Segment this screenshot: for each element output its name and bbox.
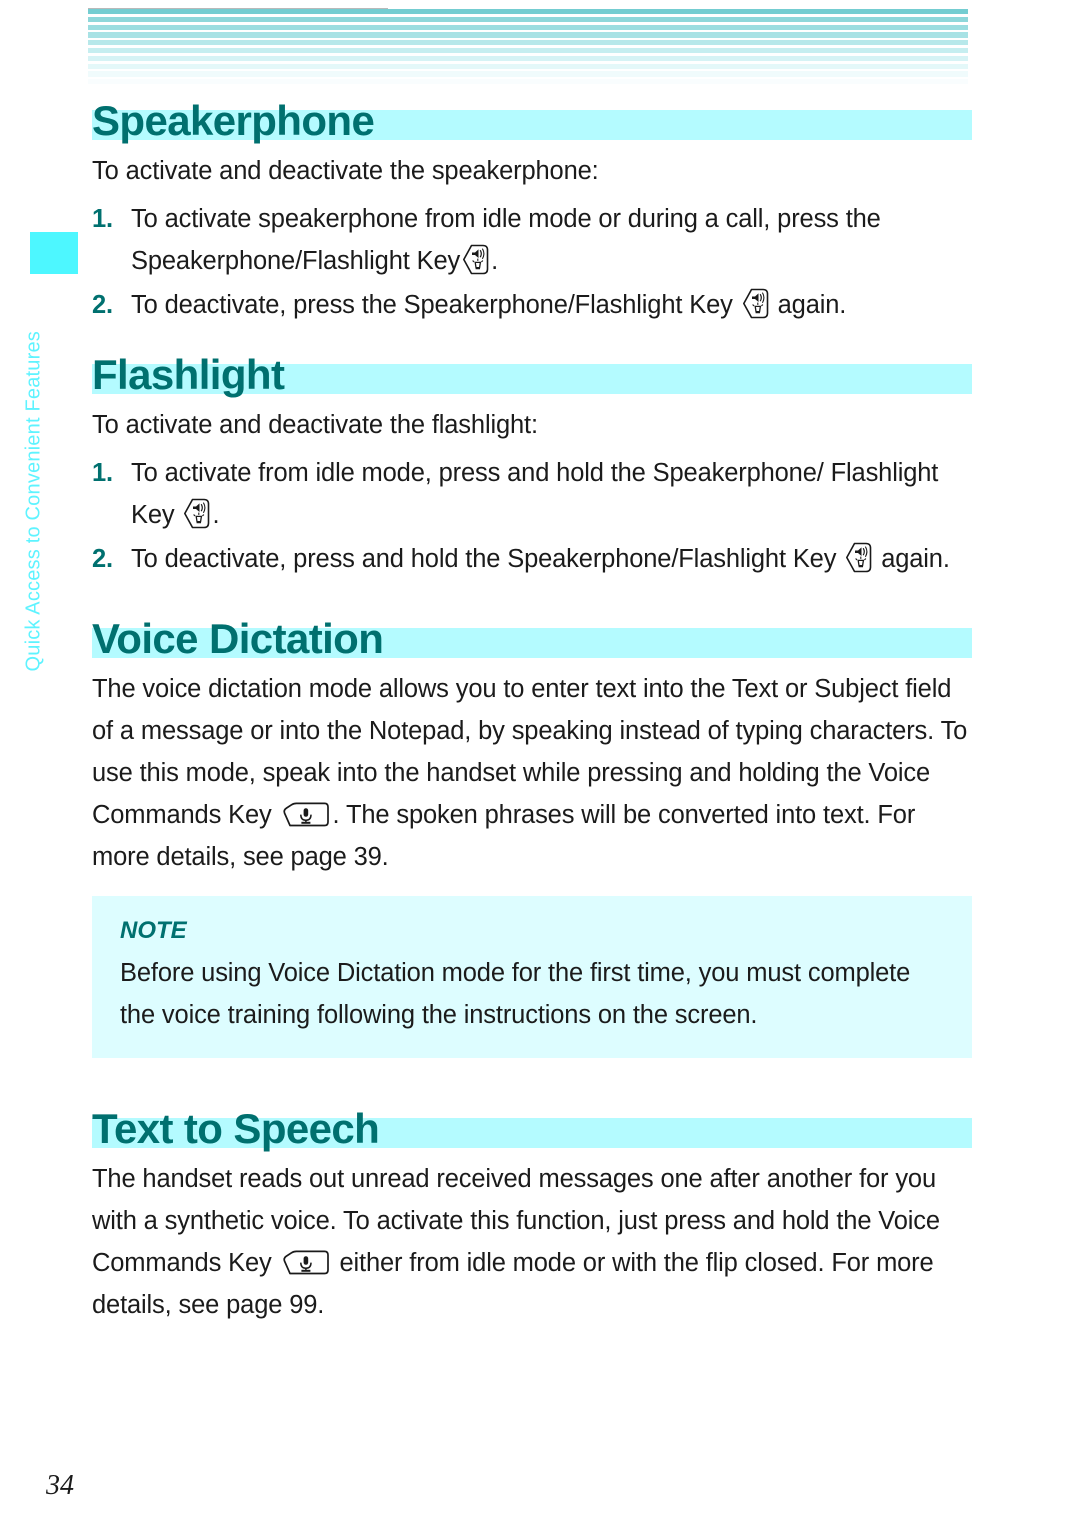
- chapter-tab-block: [30, 232, 78, 274]
- body-text: The handset reads out unread received me…: [92, 1158, 972, 1326]
- list-item: 2. To deactivate, press and hold the Spea…: [92, 538, 972, 580]
- header-stripe: [88, 71, 968, 77]
- note-callout: NOTE Before using Voice Dictation mode f…: [92, 896, 972, 1058]
- section-voice-dictation: Voice Dictation The voice dictation mode…: [92, 614, 972, 878]
- header-stripe: [88, 24, 968, 30]
- intro-text: To activate and deactivate the speakerph…: [92, 157, 599, 185]
- speakerphone-flashlight-key-icon: [183, 498, 210, 529]
- speakerphone-flashlight-key-icon: [462, 244, 489, 275]
- step-text-tail: again.: [777, 291, 847, 319]
- section-text-to-speech: Text to Speech The handset reads out unr…: [92, 1104, 972, 1326]
- step-text: To deactivate, press the Speakerphone/Fl…: [131, 291, 733, 319]
- header-stripe: [88, 16, 968, 22]
- step-marker: 2.: [92, 545, 113, 573]
- step-text: To activate from idle mode, press and ho…: [131, 459, 939, 529]
- list-item: 1. To activate speakerphone from idle mod…: [92, 198, 972, 282]
- section-speakerphone: Speakerphone To activate and deactivate …: [92, 96, 972, 326]
- heading-text: Text to Speech: [92, 1105, 380, 1152]
- step-text-tail: again.: [881, 545, 950, 573]
- voice-commands-key-icon: [281, 1249, 331, 1277]
- header-stripe-banner: [88, 9, 968, 87]
- chapter-tab-label: Quick Access to Convenient Features: [22, 331, 45, 672]
- step-marker: 1.: [92, 205, 113, 233]
- heading-voice-dictation: Voice Dictation: [92, 614, 972, 666]
- list-item: 2. To deactivate, press the Speakerphone/…: [92, 284, 972, 326]
- step-text-tail: .: [491, 247, 499, 275]
- body-text: The voice dictation mode allows you to e…: [92, 668, 972, 878]
- note-text: Before using Voice Dictation mode for th…: [120, 959, 911, 1029]
- intro-text: To activate and deactivate the flashligh…: [92, 411, 538, 439]
- heading-text-to-speech: Text to Speech: [92, 1104, 972, 1156]
- heading-flashlight: Flashlight: [92, 350, 972, 402]
- step-marker: 2.: [92, 291, 113, 319]
- speakerphone-flashlight-key-icon: [845, 542, 872, 573]
- step-text: To deactivate, press and hold the Speake…: [131, 545, 837, 573]
- header-stripe: [88, 40, 968, 46]
- header-stripe: [88, 63, 968, 69]
- heading-speakerphone: Speakerphone: [92, 96, 972, 148]
- list-item: 1. To activate from idle mode, press and …: [92, 452, 972, 536]
- heading-text: Voice Dictation: [92, 615, 384, 662]
- note-label: NOTE: [120, 917, 187, 944]
- header-stripe: [88, 9, 968, 15]
- step-text: To activate speakerphone from idle mode …: [131, 205, 881, 275]
- section-flashlight: Flashlight To activate and deactivate th…: [92, 350, 972, 580]
- heading-text: Flashlight: [92, 351, 285, 398]
- step-marker: 1.: [92, 459, 113, 487]
- header-stripe: [88, 79, 968, 85]
- header-stripe: [88, 55, 968, 61]
- speakerphone-flashlight-key-icon: [742, 288, 769, 319]
- header-stripe: [88, 48, 968, 54]
- header-stripe: [88, 32, 968, 38]
- heading-text: Speakerphone: [92, 97, 375, 144]
- voice-commands-key-icon: [281, 801, 331, 829]
- page-content: Speakerphone To activate and deactivate …: [92, 96, 972, 1342]
- page-number: 34: [46, 1470, 74, 1501]
- step-text-tail: .: [212, 501, 220, 529]
